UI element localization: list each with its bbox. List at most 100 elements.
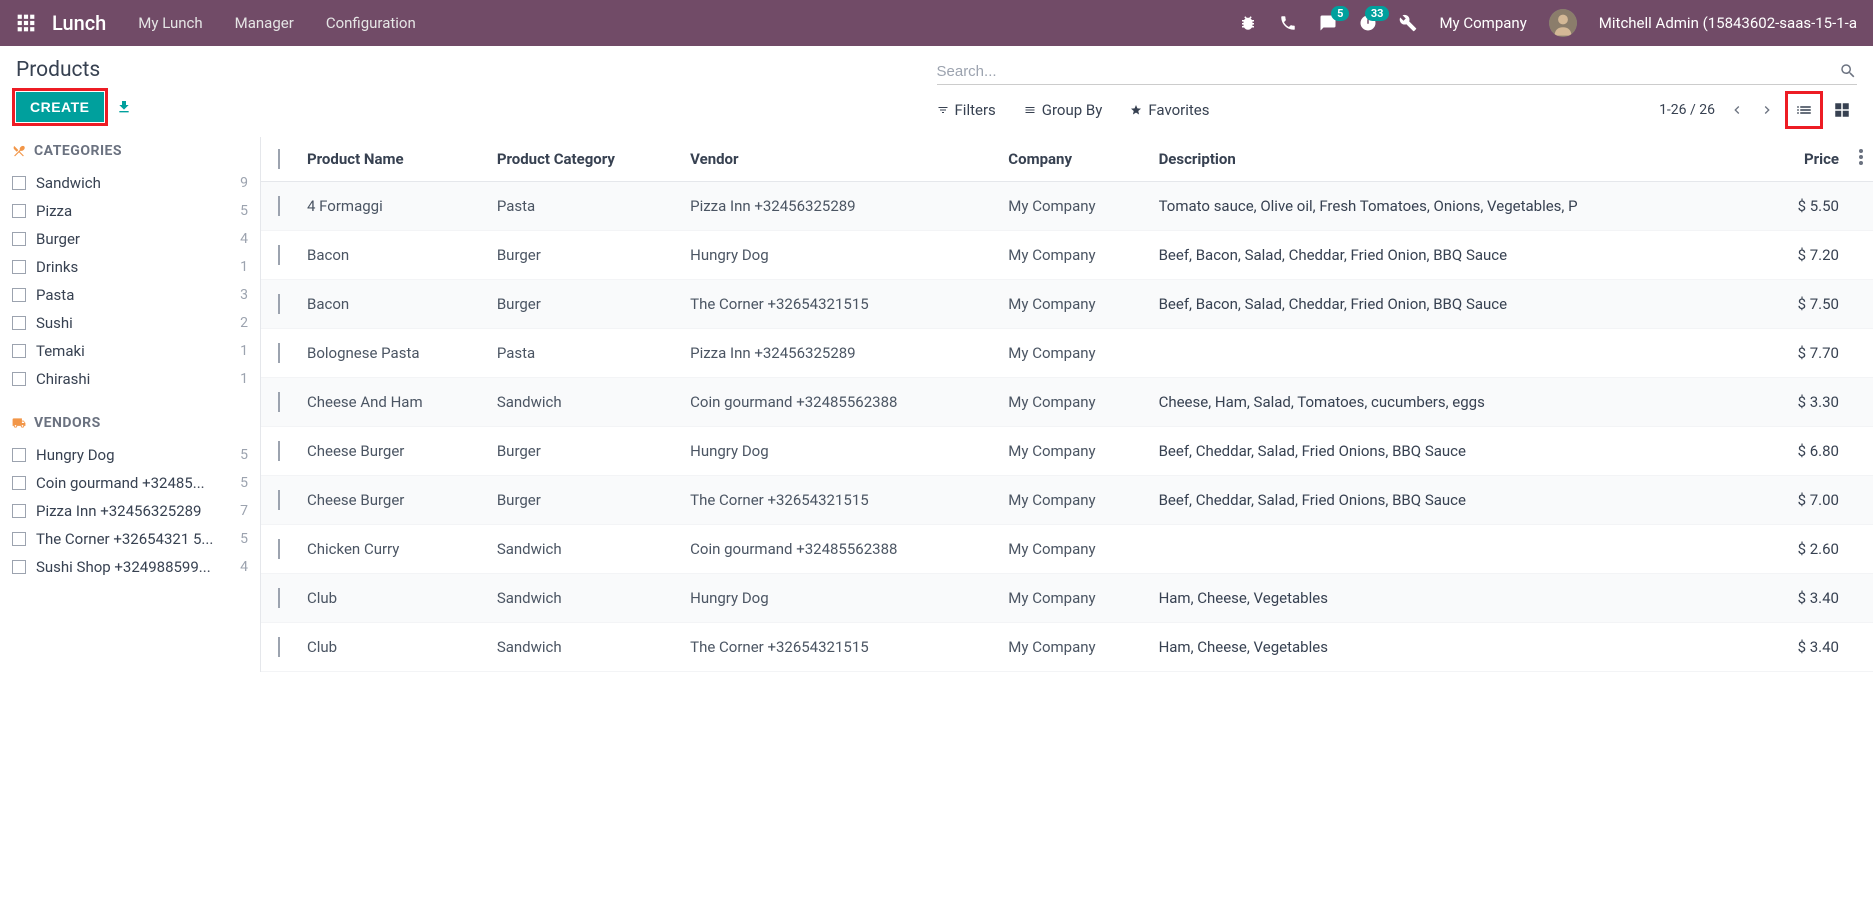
pager-next[interactable] — [1759, 102, 1775, 118]
select-all-checkbox[interactable] — [278, 149, 280, 169]
cell-name: Club — [297, 574, 487, 623]
category-label: Pizza — [36, 202, 72, 220]
messages-icon[interactable]: 5 — [1319, 14, 1337, 32]
category-label: Sandwich — [36, 174, 101, 192]
export-icon[interactable] — [116, 99, 132, 115]
category-checkbox[interactable] — [12, 232, 26, 246]
col-company[interactable]: Company — [998, 137, 1148, 182]
col-description[interactable]: Description — [1149, 137, 1763, 182]
sidebar-vendor-item[interactable]: Coin gourmand +32485...5 — [12, 469, 248, 497]
vendor-checkbox[interactable] — [12, 560, 26, 574]
col-vendor[interactable]: Vendor — [680, 137, 998, 182]
bug-icon[interactable] — [1239, 14, 1257, 32]
category-count: 1 — [240, 343, 248, 359]
table-row[interactable]: ClubSandwichHungry DogMy CompanyHam, Che… — [261, 574, 1873, 623]
col-category[interactable]: Product Category — [487, 137, 680, 182]
category-checkbox[interactable] — [12, 372, 26, 386]
sidebar-vendor-item[interactable]: Pizza Inn +324563252897 — [12, 497, 248, 525]
pager-text[interactable]: 1-26 / 26 — [1659, 102, 1715, 118]
sidebar-category-item[interactable]: Burger4 — [12, 225, 248, 253]
avatar[interactable] — [1549, 9, 1577, 37]
category-label: Drinks — [36, 258, 78, 276]
search-input-wrap[interactable] — [937, 58, 1858, 85]
category-checkbox[interactable] — [12, 288, 26, 302]
table-row[interactable]: 4 FormaggiPastaPizza Inn +32456325289My … — [261, 182, 1873, 231]
cell-vendor: The Corner +32654321515 — [680, 476, 998, 525]
activities-badge: 33 — [1365, 6, 1390, 21]
cell-company: My Company — [998, 623, 1148, 672]
category-count: 1 — [240, 371, 248, 387]
sidebar-category-item[interactable]: Pizza5 — [12, 197, 248, 225]
app-title[interactable]: Lunch — [52, 11, 106, 35]
sidebar-category-item[interactable]: Temaki1 — [12, 337, 248, 365]
view-kanban-button[interactable] — [1827, 95, 1857, 125]
category-checkbox[interactable] — [12, 316, 26, 330]
table-row[interactable]: Bolognese PastaPastaPizza Inn +324563252… — [261, 329, 1873, 378]
vendor-checkbox[interactable] — [12, 448, 26, 462]
row-checkbox[interactable] — [278, 588, 280, 608]
tools-icon[interactable] — [1399, 14, 1417, 32]
apps-icon[interactable] — [16, 13, 36, 33]
vendor-checkbox[interactable] — [12, 532, 26, 546]
nav-menu-configuration[interactable]: Configuration — [326, 14, 416, 32]
table-row[interactable]: BaconBurgerThe Corner +32654321515My Com… — [261, 280, 1873, 329]
nav-menu-my-lunch[interactable]: My Lunch — [138, 14, 202, 32]
row-checkbox[interactable] — [278, 294, 280, 314]
sidebar-category-item[interactable]: Drinks1 — [12, 253, 248, 281]
row-checkbox[interactable] — [278, 637, 280, 657]
company-selector[interactable]: My Company — [1439, 14, 1526, 32]
pager-prev[interactable] — [1729, 102, 1745, 118]
row-checkbox[interactable] — [278, 392, 280, 412]
vendor-checkbox[interactable] — [12, 504, 26, 518]
activities-icon[interactable]: 33 — [1359, 14, 1377, 32]
category-checkbox[interactable] — [12, 260, 26, 274]
cell-name: Cheese Burger — [297, 476, 487, 525]
create-button[interactable]: CREATE — [16, 92, 104, 122]
col-name[interactable]: Product Name — [297, 137, 487, 182]
cell-price: $ 7.20 — [1763, 231, 1849, 280]
view-list-button[interactable] — [1789, 95, 1819, 125]
phone-icon[interactable] — [1279, 14, 1297, 32]
row-checkbox[interactable] — [278, 539, 280, 559]
cell-name: Bacon — [297, 280, 487, 329]
vendor-label: Sushi Shop +324988599... — [36, 558, 211, 576]
cell-price: $ 7.50 — [1763, 280, 1849, 329]
table-row[interactable]: Cheese BurgerBurgerThe Corner +326543215… — [261, 476, 1873, 525]
sidebar-category-item[interactable]: Pasta3 — [12, 281, 248, 309]
row-checkbox[interactable] — [278, 196, 280, 216]
category-checkbox[interactable] — [12, 344, 26, 358]
groupby-button[interactable]: Group By — [1024, 101, 1103, 119]
search-input[interactable] — [937, 63, 1840, 80]
favorites-button[interactable]: Favorites — [1130, 101, 1209, 119]
cell-category: Sandwich — [487, 574, 680, 623]
table-row[interactable]: Cheese BurgerBurgerHungry DogMy CompanyB… — [261, 427, 1873, 476]
sidebar: CATEGORIES Sandwich9Pizza5Burger4Drinks1… — [0, 137, 260, 672]
sidebar-vendor-item[interactable]: Sushi Shop +324988599...4 — [12, 553, 248, 581]
category-checkbox[interactable] — [12, 204, 26, 218]
row-checkbox[interactable] — [278, 343, 280, 363]
filter-icon — [937, 104, 949, 116]
table-row[interactable]: BaconBurgerHungry DogMy CompanyBeef, Bac… — [261, 231, 1873, 280]
cell-description: Ham, Cheese, Vegetables — [1149, 623, 1763, 672]
table-row[interactable]: ClubSandwichThe Corner +32654321515My Co… — [261, 623, 1873, 672]
vendor-checkbox[interactable] — [12, 476, 26, 490]
row-checkbox[interactable] — [278, 441, 280, 461]
category-checkbox[interactable] — [12, 176, 26, 190]
col-price[interactable]: Price — [1763, 137, 1849, 182]
col-options[interactable] — [1849, 137, 1873, 182]
user-label[interactable]: Mitchell Admin (15843602-saas-15-1-a — [1599, 14, 1857, 32]
row-checkbox[interactable] — [278, 490, 280, 510]
sidebar-vendor-item[interactable]: Hungry Dog5 — [12, 441, 248, 469]
row-checkbox[interactable] — [278, 245, 280, 265]
table-row[interactable]: Chicken CurrySandwichCoin gourmand +3248… — [261, 525, 1873, 574]
sidebar-vendor-item[interactable]: The Corner +32654321 5...5 — [12, 525, 248, 553]
table-row[interactable]: Cheese And HamSandwichCoin gourmand +324… — [261, 378, 1873, 427]
sidebar-category-item[interactable]: Sandwich9 — [12, 169, 248, 197]
cell-category: Sandwich — [487, 525, 680, 574]
sidebar-vendors: VENDORS Hungry Dog5Coin gourmand +32485.… — [12, 415, 248, 581]
sidebar-category-item[interactable]: Chirashi1 — [12, 365, 248, 393]
filters-button[interactable]: Filters — [937, 101, 996, 119]
nav-menu-manager[interactable]: Manager — [235, 14, 294, 32]
sidebar-category-item[interactable]: Sushi2 — [12, 309, 248, 337]
search-icon[interactable] — [1839, 62, 1857, 80]
